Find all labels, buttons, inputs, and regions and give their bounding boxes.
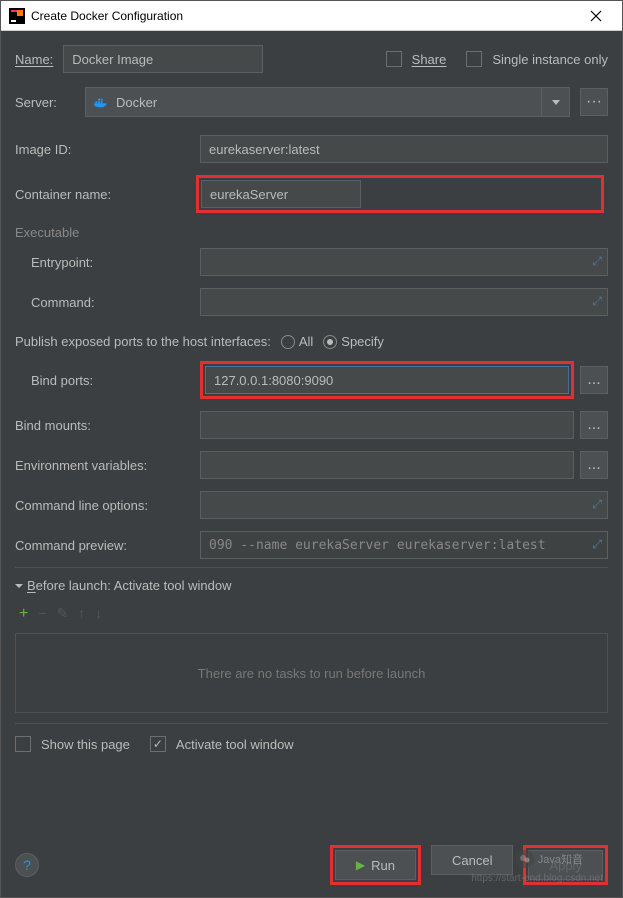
command-input[interactable] xyxy=(200,288,608,316)
bind-ports-more-button[interactable]: ... xyxy=(580,366,608,394)
server-dropdown-button[interactable] xyxy=(542,87,570,117)
ports-specify-radio[interactable] xyxy=(323,335,337,349)
show-this-page-checkbox[interactable] xyxy=(15,736,31,752)
activate-tool-window-checkbox[interactable] xyxy=(150,736,166,752)
server-value: Docker xyxy=(116,95,157,110)
server-more-button[interactable]: ··· xyxy=(580,88,608,116)
remove-icon[interactable]: − xyxy=(38,605,46,623)
intellij-icon xyxy=(9,8,25,24)
env-vars-input[interactable] xyxy=(200,451,574,479)
ports-all-label: All xyxy=(299,334,313,349)
share-checkbox[interactable] xyxy=(386,51,402,67)
docker-icon xyxy=(94,96,110,108)
bind-ports-label: Bind ports: xyxy=(31,373,200,388)
bind-mounts-input[interactable] xyxy=(200,411,574,439)
activate-tool-window-label: Activate tool window xyxy=(176,737,294,752)
container-name-input[interactable] xyxy=(201,180,361,208)
entrypoint-input[interactable] xyxy=(200,248,608,276)
up-icon[interactable]: ↑ xyxy=(78,605,85,623)
dialog-window: Create Docker Configuration Name: Share … xyxy=(0,0,623,898)
bind-mounts-label: Bind mounts: xyxy=(15,418,200,433)
executable-header: Executable xyxy=(15,225,608,240)
name-input[interactable] xyxy=(63,45,263,73)
container-name-label: Container name: xyxy=(15,187,200,202)
cmd-options-label: Command line options: xyxy=(15,498,200,513)
add-icon[interactable]: + xyxy=(19,605,28,623)
titlebar[interactable]: Create Docker Configuration xyxy=(1,1,622,31)
before-launch-toolbar: + − ✎ ↑ ↓ xyxy=(15,601,608,627)
bind-ports-input[interactable] xyxy=(205,366,569,394)
name-label: Name: xyxy=(15,52,53,67)
bind-mounts-more-button[interactable]: ... xyxy=(580,411,608,439)
cancel-button[interactable]: Cancel xyxy=(431,845,513,875)
publish-ports-label: Publish exposed ports to the host interf… xyxy=(15,334,271,349)
env-vars-more-button[interactable]: ... xyxy=(580,451,608,479)
chevron-down-icon xyxy=(15,582,23,590)
play-icon: ▶ xyxy=(356,858,365,872)
expand-icon[interactable]: ⤢ xyxy=(592,254,602,269)
show-this-page-label: Show this page xyxy=(41,737,130,752)
window-title: Create Docker Configuration xyxy=(31,9,578,23)
share-label: Share xyxy=(412,52,447,67)
before-launch-empty: There are no tasks to run before launch xyxy=(15,633,608,713)
ports-specify-label: Specify xyxy=(341,334,384,349)
expand-icon[interactable]: ⤢ xyxy=(592,497,602,512)
before-launch-header[interactable]: BBefore launch: Activate tool windowefor… xyxy=(15,578,608,593)
command-label: Command: xyxy=(31,295,200,310)
cmd-preview-label: Command preview: xyxy=(15,538,200,553)
down-icon[interactable]: ↓ xyxy=(95,605,102,623)
image-id-input[interactable] xyxy=(200,135,608,163)
single-instance-checkbox[interactable] xyxy=(466,51,482,67)
cmd-preview-input xyxy=(200,531,608,559)
expand-icon[interactable]: ⤢ xyxy=(592,537,602,552)
single-instance-label: Single instance only xyxy=(492,52,608,67)
ports-all-radio[interactable] xyxy=(281,335,295,349)
chevron-down-icon xyxy=(552,100,560,105)
edit-icon[interactable]: ✎ xyxy=(57,605,69,623)
server-label: Server: xyxy=(15,95,75,110)
expand-icon[interactable]: ⤢ xyxy=(592,294,602,309)
close-icon[interactable] xyxy=(578,2,614,30)
run-button[interactable]: ▶ Run xyxy=(335,850,416,880)
help-button[interactable]: ? xyxy=(15,853,39,877)
entrypoint-label: Entrypoint: xyxy=(31,255,200,270)
env-vars-label: Environment variables: xyxy=(15,458,200,473)
server-select[interactable]: Docker xyxy=(85,87,542,117)
cmd-options-input[interactable] xyxy=(200,491,608,519)
apply-button[interactable]: Apply xyxy=(528,850,603,880)
image-id-label: Image ID: xyxy=(15,142,200,157)
